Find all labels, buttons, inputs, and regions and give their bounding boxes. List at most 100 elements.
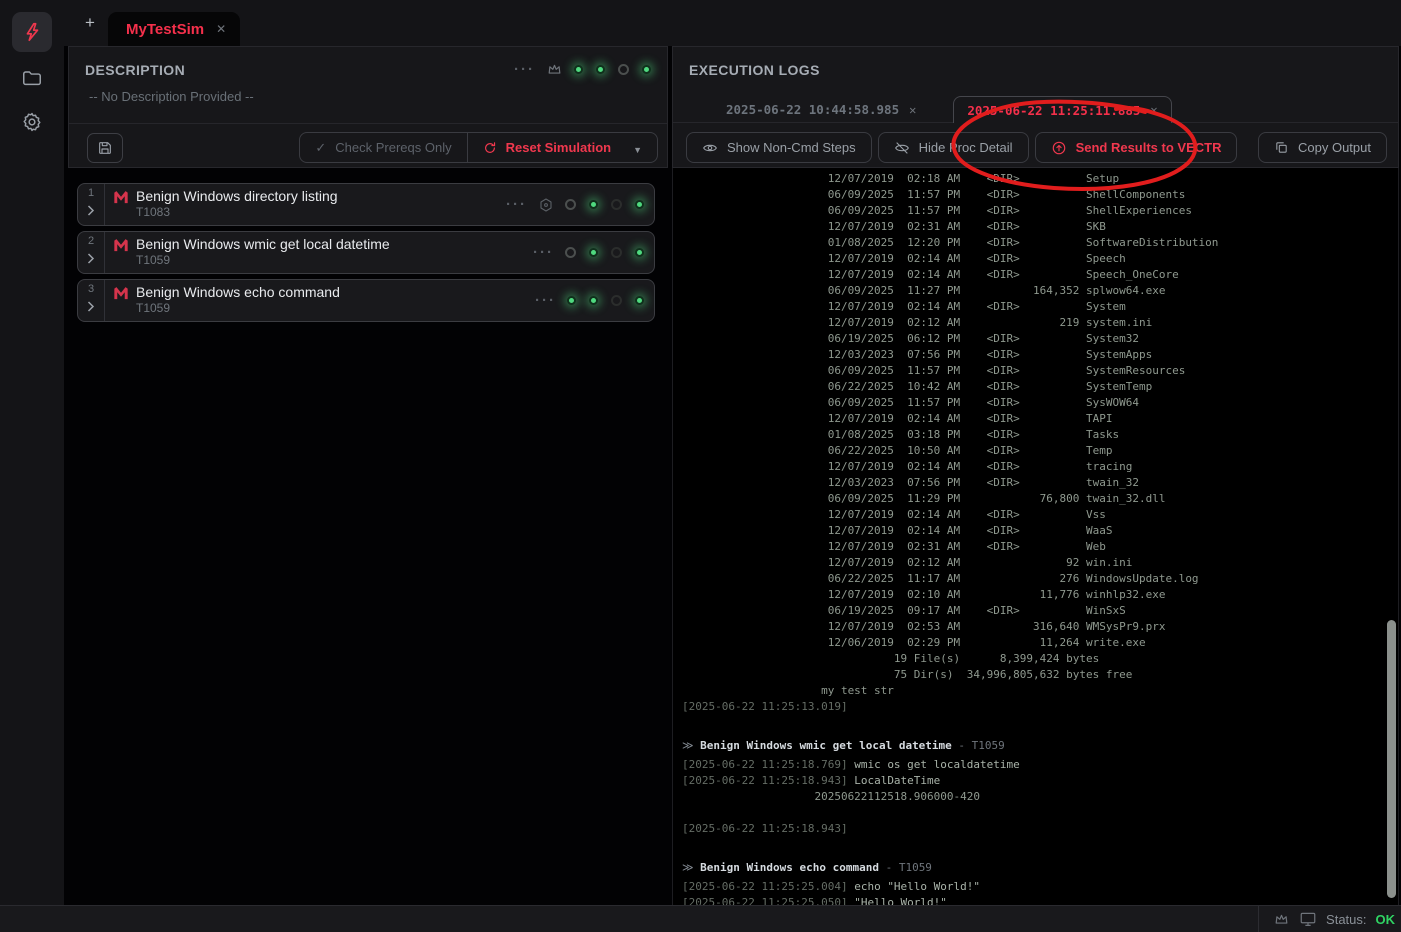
step-card-actions: ··· [533,232,644,273]
mitre-m-icon [113,285,129,300]
log-line: 12/07/2019 02:14 AM <DIR> Speech_OneCore [682,267,1398,283]
log-step-technique: - T1059 [952,739,1005,752]
log-line: 06/09/2025 11:27 PM 164,352 splwow64.exe [682,283,1398,299]
more-options-icon[interactable]: ··· [533,248,554,258]
step-card-actions: ··· [535,280,644,321]
sidebar-item-simulations[interactable] [12,12,52,52]
send-results-vectr-button[interactable]: Send Results to VECTR [1035,132,1238,163]
execution-logs-panel: EXECUTION LOGS 2025-06-22 10:44:58.985✕2… [672,46,1399,168]
step-number: 1 [88,187,94,199]
log-line: [2025-06-22 11:25:25.004] echo "Hello Wo… [682,879,1398,895]
hex-nut-icon[interactable] [538,197,554,213]
log-line: 12/03/2023 07:56 PM <DIR> SystemApps [682,347,1398,363]
log-line: 06/22/2025 10:50 AM <DIR> Temp [682,443,1398,459]
log-line: [2025-06-22 11:25:25.050] "Hello World!" [682,895,1398,905]
log-line: 06/09/2025 11:29 PM 76,800 twain_32.dll [682,491,1398,507]
status-dot-on [596,65,605,74]
log-scrollbar-thumb[interactable] [1387,620,1396,898]
log-line: 12/06/2019 02:29 PM 11,264 write.exe [682,635,1398,651]
copy-icon [1274,140,1289,155]
log-line: 12/07/2019 02:31 AM <DIR> Web [682,539,1398,555]
crown-icon [1273,911,1290,928]
log-command-text: echo "Hello World!" [848,880,980,893]
status-dot-dim [611,247,622,258]
description-title: DESCRIPTION [85,62,185,78]
log-toolbar: Show Non-Cmd Steps Hide Proc Detail Send… [686,132,1387,163]
log-output: 12/07/2019 02:18 AM <DIR> Setup 06/09/20… [672,168,1399,905]
more-options-icon[interactable]: ··· [506,200,527,210]
log-tab[interactable]: 2025-06-22 10:44:58.985 ✕ [713,97,929,122]
new-tab-button[interactable]: + [78,11,102,35]
status-dot-on [635,248,644,257]
divider [69,123,667,124]
expand-chevron-icon[interactable] [87,251,95,269]
description-panel: DESCRIPTION ··· -- No Description Provid… [68,46,668,168]
log-line: 06/19/2025 09:17 AM <DIR> WinSxS [682,603,1398,619]
sidebar [0,0,64,905]
status-dot-on [589,296,598,305]
log-line: 12/07/2019 02:14 AM <DIR> System [682,299,1398,315]
save-button[interactable] [87,133,123,163]
status-bar: Status: OK [0,905,1401,932]
log-line: [2025-06-22 11:25:18.943] [682,821,1398,837]
log-tabs: 2025-06-22 10:44:58.985✕2025-06-22 11:25… [673,96,1398,123]
tab-label: MyTestSim [126,21,204,38]
hide-proc-label: Hide Proc Detail [919,140,1013,155]
sidebar-item-settings[interactable] [12,102,52,142]
status-dot-on [642,65,651,74]
more-options-icon[interactable]: ··· [514,65,535,75]
step-number: 3 [88,283,94,295]
log-line: 12/07/2019 02:12 AM 219 system.ini [682,315,1398,331]
save-icon [97,140,113,156]
status-label: Status: [1326,912,1366,927]
step-index-column: 3 [78,280,105,321]
show-noncmd-steps-button[interactable]: Show Non-Cmd Steps [686,132,872,163]
step-status-dots [567,295,644,306]
tab-mytestsim[interactable]: MyTestSim ✕ [108,12,240,46]
crown-icon [546,61,563,78]
expand-chevron-icon[interactable] [87,203,95,221]
log-line: 12/07/2019 02:18 AM <DIR> Setup [682,171,1398,187]
check-prereqs-button[interactable]: ✓ Check Prereqs Only [300,133,466,162]
more-options-icon[interactable]: ··· [535,296,556,306]
log-line: 19 File(s) 8,399,424 bytes [682,651,1398,667]
log-line-blank [682,715,1398,731]
copy-output-label: Copy Output [1298,140,1371,155]
status-value: OK [1376,912,1396,927]
gear-icon [21,111,43,133]
log-timestamp: [2025-06-22 11:25:18.769] [682,758,848,771]
close-icon[interactable]: ✕ [216,22,226,36]
mitre-m-icon [113,189,129,204]
reset-simulation-button[interactable]: Reset Simulation ▼ [467,133,657,162]
copy-output-button[interactable]: Copy Output [1258,132,1387,163]
log-line: 20250622112518.906000-420 [682,789,1398,805]
log-line: 12/07/2019 02:53 AM 316,640 WMSysPr9.prx [682,619,1398,635]
log-line: [2025-06-22 11:25:18.943] LocalDateTime [682,773,1398,789]
check-icon: ✓ [315,140,326,156]
mitre-m-icon [113,237,129,252]
log-command-text: "Hello World!" [848,896,947,905]
status-dot-on [589,248,598,257]
close-icon[interactable]: ✕ [909,103,916,117]
chevron-down-icon[interactable]: ▼ [633,145,642,155]
step-title: Benign Windows wmic get local datetime [136,236,390,252]
log-timestamp: [2025-06-22 11:25:25.050] [682,896,848,905]
expand-chevron-icon[interactable] [87,299,95,317]
monitor-icon [1299,910,1317,928]
description-body: -- No Description Provided -- [89,89,254,104]
close-icon[interactable]: ✕ [1150,103,1157,117]
log-tab[interactable]: 2025-06-22 11:25:11.885✕ [953,96,1171,123]
folder-icon [21,67,43,89]
status-dot-on [574,65,583,74]
status-dot-off [565,247,576,258]
log-line: 12/07/2019 02:14 AM <DIR> Speech [682,251,1398,267]
step-card[interactable]: 3Benign Windows echo commandT1059··· [77,279,655,322]
log-line: 12/03/2023 07:56 PM <DIR> twain_32 [682,475,1398,491]
hide-proc-detail-button[interactable]: Hide Proc Detail [878,132,1029,163]
status-dot-on [635,200,644,209]
step-card[interactable]: 2Benign Windows wmic get local datetimeT… [77,231,655,274]
step-card[interactable]: 1Benign Windows directory listingT1083··… [77,183,655,226]
lightning-icon [21,21,43,43]
log-tab-label: 2025-06-22 10:44:58.985 [726,102,899,117]
sidebar-item-files[interactable] [12,58,52,98]
